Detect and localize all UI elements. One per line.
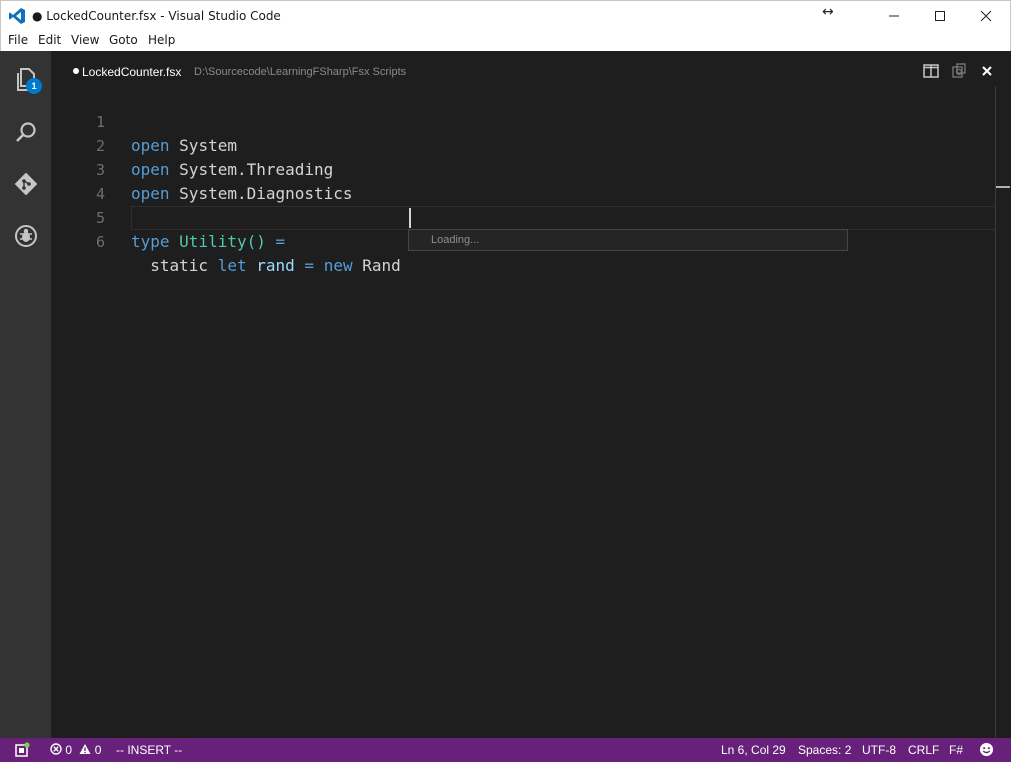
git-icon [14,172,38,196]
close-icon [982,66,992,76]
operator: = [304,256,315,275]
suggest-widget[interactable]: Loading... [408,229,848,251]
code-line-3[interactable]: 3 open System.Diagnostics [51,134,995,203]
menu-goto[interactable]: Goto [109,33,138,47]
close-icon [980,10,992,22]
keyword: let [217,256,247,275]
minimize-icon [889,15,899,17]
search-view-button[interactable] [9,115,43,149]
editor-title-bar: LockedCounter.fsx D:\Sourcecode\Learning… [51,51,1011,91]
code-line-1[interactable]: 1 open System [51,86,995,155]
line-number: 6 [95,233,105,251]
error-count: 0 [65,743,73,757]
title-bar: ● LockedCounter.fsx - Visual Studio Code… [0,0,1011,30]
debug-icon [15,225,37,247]
close-window-button[interactable] [963,1,1009,31]
file-name[interactable]: LockedCounter.fsx [82,65,181,79]
identifier: static [150,256,209,275]
keyword: type [131,232,170,251]
warning-icon [79,744,91,754]
cursor-position-status[interactable]: Ln 6, Col 29 [721,743,786,757]
vim-mode-status: -- INSERT -- [116,743,183,757]
menu-file[interactable]: File [8,33,28,47]
type-name: Utility() [179,232,266,251]
menu-help[interactable]: Help [148,33,175,47]
unsaved-dot-icon [73,68,79,74]
maximize-icon [935,11,945,21]
close-editor-button[interactable] [978,62,996,80]
feedback-icon[interactable] [14,742,30,758]
code-line-4[interactable]: 4 [51,158,995,203]
variable: rand [256,256,295,275]
code-line-2[interactable]: 2 open System.Threading [51,110,995,179]
split-editor-icon [923,64,939,78]
menu-bar: File Edit View Goto Help [0,30,1011,51]
code-line-5[interactable]: 5 type Utility() = [51,182,995,251]
resize-cursor-icon: ↔ [822,4,834,20]
line-ending-status[interactable]: CRLF [908,743,939,757]
problems-status[interactable]: 0 0 [50,743,101,757]
menu-edit[interactable]: Edit [38,33,61,47]
explorer-button[interactable]: 1 [9,63,43,97]
open-changes-button[interactable] [950,62,968,80]
warning-count: 0 [94,743,102,757]
overview-ruler-cursor [996,186,1010,188]
keyword: new [323,256,353,275]
encoding-status[interactable]: UTF-8 [862,743,896,757]
identifier: Rand [362,256,401,275]
explorer-badge: 1 [26,78,42,94]
code-editor[interactable]: 1 open System 2 open System.Threading 3 … [51,86,1009,738]
text-cursor [409,208,411,228]
suggest-loading-text: Loading... [431,234,480,246]
split-editor-button[interactable] [922,62,940,80]
operator: = [275,232,286,251]
activity-bar: 1 [0,51,51,738]
debug-view-button[interactable] [9,219,43,253]
vscode-logo-icon [9,8,25,24]
error-icon [50,743,62,755]
status-bar: 0 0 -- INSERT -- Ln 6, Col 29 Spaces: 2 … [0,738,1011,762]
minimize-button[interactable] [871,1,917,31]
open-changes-icon [952,63,966,78]
vertical-scrollbar[interactable] [995,86,1010,738]
git-view-button[interactable] [9,167,43,201]
window-title: ● LockedCounter.fsx - Visual Studio Code [32,9,281,23]
language-mode-status[interactable]: F# [949,743,963,757]
smiley-feedback-icon[interactable] [979,742,994,757]
indentation-status[interactable]: Spaces: 2 [798,743,851,757]
menu-view[interactable]: View [71,33,99,47]
file-path: D:\Sourcecode\LearningFSharp\Fsx Scripts [194,66,407,78]
maximize-button[interactable] [917,1,963,31]
search-icon [16,122,36,142]
code-line-6[interactable]: 6 static let rand = new Rand [51,206,995,275]
